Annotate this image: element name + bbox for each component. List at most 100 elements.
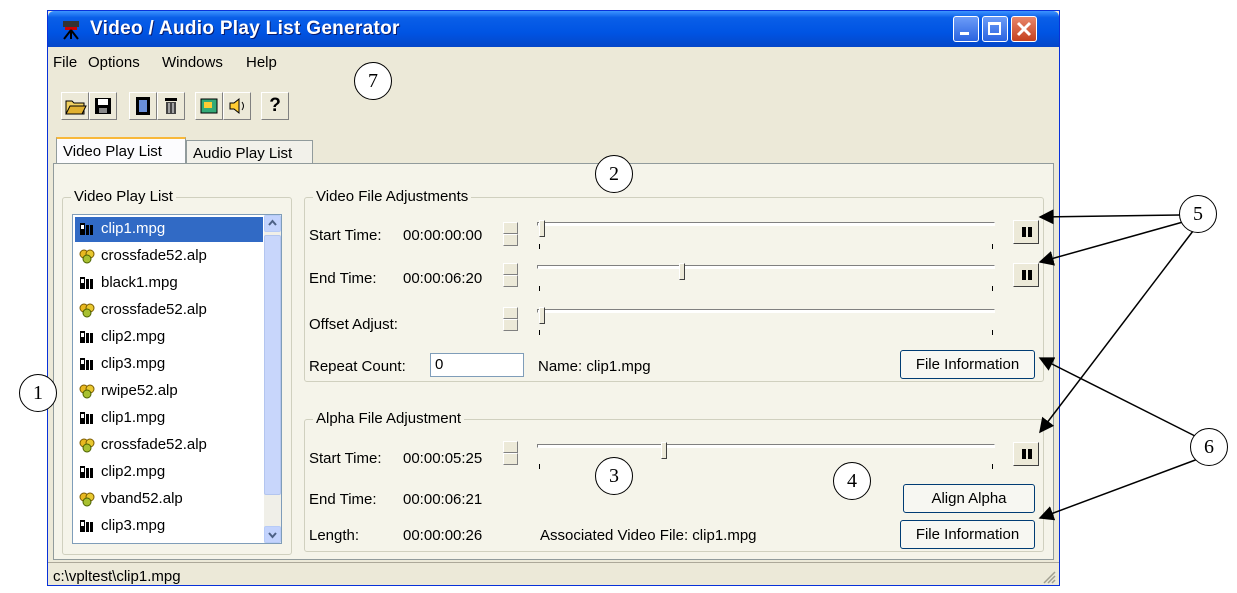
audio-button[interactable] (223, 92, 251, 120)
alpha-start-spinner[interactable] (503, 441, 518, 465)
window-title: Video / Audio Play List Generator (90, 18, 400, 39)
repeat-count-input[interactable]: 0 (430, 353, 524, 377)
callout-3: 3 (595, 457, 633, 495)
callout-4: 4 (833, 462, 871, 500)
menu-help[interactable]: Help (246, 54, 277, 71)
callout-7: 7 (354, 62, 392, 100)
pause-icon-bar (1028, 227, 1032, 237)
video-file-information-button[interactable]: File Information (900, 350, 1035, 379)
list-item[interactable]: crossfade52.alp (75, 298, 263, 323)
offset-track (537, 309, 995, 313)
pause-icon-bar (1028, 449, 1032, 459)
repeat-count-label: Repeat Count: (309, 358, 406, 375)
list-item[interactable]: vband52.alp (75, 487, 263, 512)
maximize-button[interactable] (982, 16, 1008, 42)
video-clip-icon (80, 358, 93, 370)
film-button[interactable] (129, 92, 157, 120)
video-end-slider[interactable] (679, 263, 685, 280)
spin-up-icon[interactable] (503, 441, 518, 453)
slider-tick (992, 330, 993, 335)
slider-tick (992, 286, 993, 291)
associated-video-text: Associated Video File: clip1.mpg (540, 527, 757, 544)
alpha-file-information-button[interactable]: File Information (900, 520, 1035, 549)
list-item[interactable]: clip2.mpg (75, 325, 263, 350)
list-item-label: clip2.mpg (101, 463, 166, 480)
close-button[interactable] (1011, 16, 1037, 42)
chevron-down-icon (268, 532, 277, 539)
pause-icon (1022, 227, 1026, 237)
minimize-button[interactable] (953, 16, 979, 42)
spin-down-icon[interactable] (503, 234, 518, 246)
list-item[interactable]: rwipe52.alp (75, 379, 263, 404)
alpha-transition-icon (79, 303, 95, 318)
alpha-start-slider[interactable] (661, 442, 667, 459)
video-name-text: Name: clip1.mpg (538, 358, 651, 375)
alpha-transition-icon (79, 249, 95, 264)
spin-down-icon[interactable] (503, 453, 518, 465)
menu-file[interactable]: File (53, 54, 77, 71)
delete-button[interactable] (157, 92, 185, 120)
scroll-thumb[interactable] (264, 235, 281, 495)
video-end-value: 00:00:06:20 (403, 270, 483, 287)
video-clip-icon (80, 277, 93, 289)
video-end-spinner[interactable] (503, 263, 518, 287)
pause-icon-bar (1028, 270, 1032, 280)
video-play-list[interactable]: clip3.mpg vband52.alp clip2.mpg crossfade52… (72, 214, 282, 544)
list-item[interactable]: clip3.mpg (75, 352, 263, 377)
offset-label: Offset Adjust: (309, 316, 398, 333)
list-item-label: clip3.mpg (101, 517, 166, 534)
open-button[interactable] (61, 92, 89, 120)
list-item[interactable]: clip3.mpg (75, 514, 263, 539)
speaker-icon (229, 97, 244, 115)
list-item[interactable]: black1.mpg (75, 271, 263, 296)
playlist-scrollbar[interactable] (264, 215, 281, 543)
film-icon (136, 97, 150, 115)
list-item[interactable]: clip2.mpg (75, 460, 263, 485)
align-alpha-button[interactable]: Align Alpha (903, 484, 1035, 513)
spin-up-icon[interactable] (503, 263, 518, 275)
chevron-up-icon (268, 219, 277, 226)
list-item-label: clip1.mpg (101, 220, 166, 237)
video-effect-icon (200, 98, 218, 114)
tab-audio-play-list[interactable]: Audio Play List (186, 140, 313, 163)
spin-up-icon[interactable] (503, 222, 518, 234)
video-start-label: Start Time: (309, 227, 382, 244)
list-item[interactable]: clip1.mpg (75, 217, 263, 242)
offset-spinner[interactable] (503, 307, 518, 331)
save-button[interactable] (89, 92, 117, 120)
slider-tick (539, 244, 540, 249)
menu-options[interactable]: Options (88, 54, 140, 71)
video-clip-icon (80, 466, 93, 478)
scroll-down-button[interactable] (264, 526, 281, 543)
scroll-up-button[interactable] (264, 215, 281, 232)
title-bar[interactable]: Video / Audio Play List Generator (48, 11, 1059, 47)
spin-down-icon[interactable] (503, 275, 518, 287)
list-item-label: clip1.mpg (101, 409, 166, 426)
video-start-pause-button[interactable] (1013, 220, 1039, 244)
alpha-length-value: 00:00:00:26 (403, 527, 483, 544)
help-button[interactable]: ? (261, 92, 289, 120)
video-end-pause-button[interactable] (1013, 263, 1039, 287)
resize-grip-icon[interactable] (1042, 570, 1056, 584)
video-start-value: 00:00:00:00 (403, 227, 483, 244)
alpha-end-value: 00:00:06:21 (403, 491, 483, 508)
spin-up-icon[interactable] (503, 307, 518, 319)
list-item-label: vband52.alp (101, 490, 183, 507)
slider-tick (539, 330, 540, 335)
alpha-transition-icon (79, 384, 95, 399)
list-item[interactable]: clip1.mpg (75, 406, 263, 431)
alpha-start-pause-button[interactable] (1013, 442, 1039, 466)
tab-video-play-list[interactable]: Video Play List (56, 137, 186, 164)
list-item[interactable]: crossfade52.alp (75, 433, 263, 458)
video-start-slider[interactable] (539, 220, 545, 237)
video-effect-button[interactable] (195, 92, 223, 120)
menu-windows[interactable]: Windows (162, 54, 223, 71)
open-folder-icon (65, 100, 87, 115)
video-clip-icon (80, 331, 93, 343)
video-start-spinner[interactable] (503, 222, 518, 246)
list-item-label: crossfade52.alp (101, 301, 207, 318)
alpha-start-label: Start Time: (309, 450, 382, 467)
list-item[interactable]: crossfade52.alp (75, 244, 263, 269)
offset-slider[interactable] (539, 307, 545, 324)
spin-down-icon[interactable] (503, 319, 518, 331)
